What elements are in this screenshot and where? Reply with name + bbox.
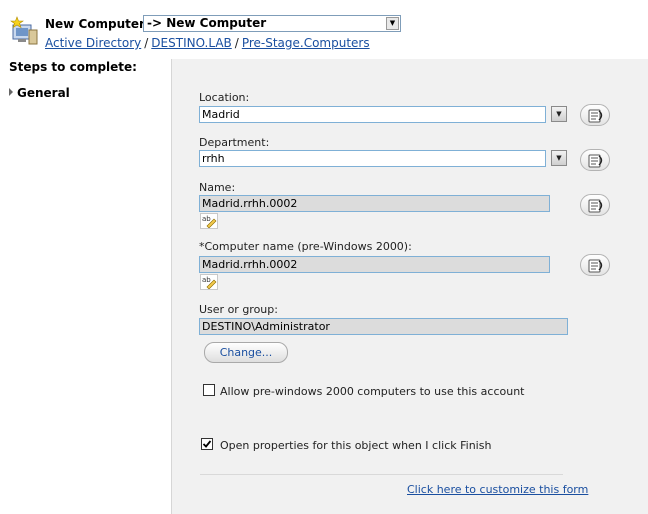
svg-text:ab: ab [202, 276, 211, 284]
computer-wizard-icon [9, 16, 39, 46]
pre2000-label: *Computer name (pre-Windows 2000): [199, 240, 412, 253]
dropdown-arrow-icon[interactable]: ▼ [551, 106, 567, 122]
svg-text:ab: ab [202, 215, 211, 223]
divider [200, 474, 563, 475]
open-properties-checkbox[interactable] [201, 438, 213, 450]
ab-edit-icon[interactable]: ab [200, 274, 218, 290]
checkmark-icon [202, 440, 212, 448]
breadcrumb-separator: / [234, 36, 239, 50]
department-refresh-button[interactable] [580, 149, 610, 171]
pre2000-refresh-button[interactable] [580, 254, 610, 276]
window-title: New Computer [45, 17, 145, 31]
breadcrumb-separator: / [144, 36, 149, 50]
ab-edit-icon[interactable]: ab [200, 213, 218, 229]
breadcrumb-domain[interactable]: DESTINO.LAB [151, 36, 231, 50]
change-button[interactable]: Change... [204, 342, 288, 363]
step-general[interactable]: General [9, 86, 70, 100]
department-field[interactable]: rrhh [199, 150, 546, 167]
location-refresh-button[interactable] [580, 104, 610, 126]
breadcrumb-active-directory[interactable]: Active Directory [45, 36, 141, 50]
breadcrumb-ou[interactable]: Pre-Stage.Computers [242, 36, 370, 50]
allow-pre2000-label: Allow pre-windows 2000 computers to use … [220, 385, 525, 398]
dropdown-arrow-icon[interactable]: ▼ [551, 150, 567, 166]
location-label: Location: [199, 91, 250, 104]
location-field[interactable]: Madrid [199, 106, 546, 123]
allow-pre2000-checkbox[interactable] [203, 384, 215, 396]
name-field[interactable]: Madrid.rrhh.0002 [199, 195, 550, 212]
refresh-rules-icon [588, 259, 603, 273]
open-properties-label: Open properties for this object when I c… [220, 439, 492, 452]
template-select-value: -> New Computer [147, 16, 267, 30]
name-refresh-button[interactable] [580, 194, 610, 216]
steps-title: Steps to complete: [9, 60, 137, 74]
customize-form-link[interactable]: Click here to customize this form [407, 483, 588, 496]
dropdown-arrow-icon[interactable]: ▼ [386, 17, 399, 30]
breadcrumb: Active Directory / DESTINO.LAB / Pre-Stage.C… [45, 36, 370, 50]
user-group-field: DESTINO\Administrator [199, 318, 568, 335]
steps-sidebar [0, 59, 171, 514]
pre2000-field[interactable]: Madrid.rrhh.0002 [199, 256, 550, 273]
refresh-rules-icon [588, 199, 603, 213]
chevron-right-icon [9, 88, 13, 96]
refresh-rules-icon [588, 154, 603, 168]
user-group-label: User or group: [199, 303, 278, 316]
name-label: Name: [199, 181, 236, 194]
template-select[interactable]: -> New Computer ▼ [143, 15, 401, 32]
step-general-label: General [17, 86, 70, 100]
refresh-rules-icon [588, 109, 603, 123]
department-label: Department: [199, 136, 270, 149]
